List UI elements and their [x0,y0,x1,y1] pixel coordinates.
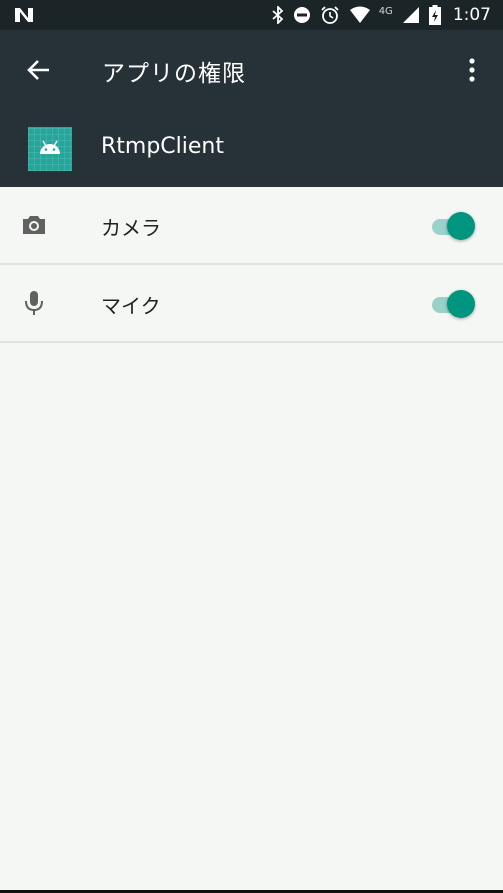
permission-row-microphone[interactable]: マイク [0,265,503,343]
page-title: アプリの権限 [102,61,246,87]
camera-toggle[interactable] [431,211,477,241]
back-arrow-icon[interactable] [25,56,53,84]
permission-row-camera[interactable]: カメラ [0,187,503,265]
battery-charging-icon [428,5,441,25]
wifi-icon [349,6,370,23]
n-logo-icon [15,8,33,22]
clock: 1:07 [452,5,491,25]
status-bar: 4G 1:07 [0,0,503,30]
alarm-icon [321,6,339,24]
app-header: RtmpClient [0,108,503,187]
network-type-label: 4G [378,5,393,17]
permission-label: カメラ [101,216,161,240]
permission-label: マイク [101,294,161,318]
android-app-icon [28,127,72,171]
microphone-icon [25,291,43,315]
toggle-thumb [447,290,475,318]
toggle-thumb [447,212,475,240]
permission-list: カメラ マイク [0,187,503,343]
do-not-disturb-icon [293,7,310,23]
more-options-icon[interactable] [462,56,482,84]
app-name: RtmpClient [101,134,224,159]
app-bar: アプリの権限 [0,30,503,108]
bluetooth-icon [272,6,283,24]
camera-icon [23,216,45,234]
cell-signal-icon [402,7,419,23]
microphone-toggle[interactable] [431,289,477,319]
